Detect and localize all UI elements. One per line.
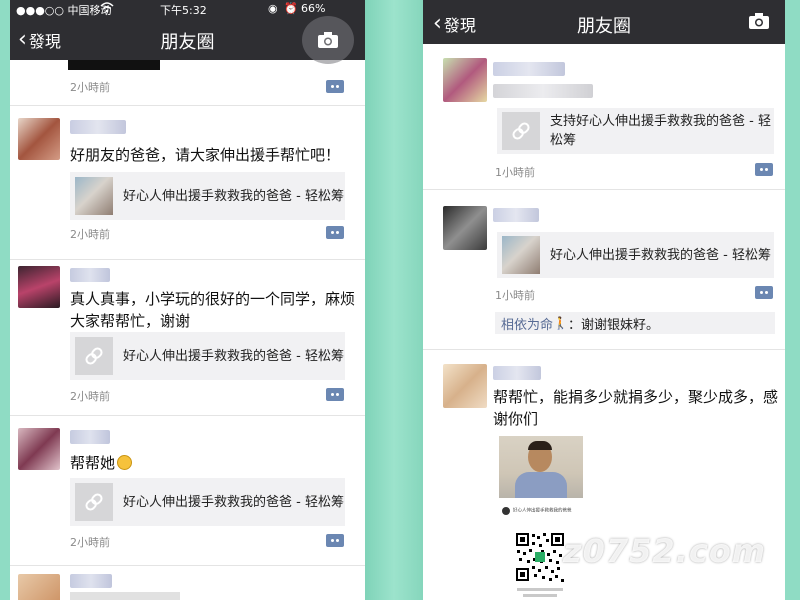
person-photo[interactable] (499, 436, 583, 498)
post-time: 2小時前 (70, 81, 110, 94)
right-phone-screen: ‹ 發現 朋友圈 支持好心人伸出援手救救我的爸爸 - 轻松筹 1小時前 好心人伸… (423, 0, 785, 600)
link-thumbnail (502, 112, 540, 150)
post-text-partial (70, 592, 180, 600)
post-time: 1小時前 (495, 166, 535, 179)
post-time: 2小時前 (70, 536, 110, 549)
left-margin (0, 0, 10, 600)
user-name-blurred[interactable] (493, 62, 565, 76)
avatar[interactable] (18, 118, 60, 160)
avatar[interactable] (18, 574, 60, 600)
user-name-blurred[interactable] (70, 574, 112, 588)
camera-button[interactable] (748, 12, 772, 32)
comment-button[interactable] (326, 534, 344, 547)
shared-link-card[interactable]: 好心人伸出援手救救我的爸爸 - 轻松筹 (70, 478, 345, 526)
status-time: 下午5:32 (160, 4, 207, 17)
post-time: 2小時前 (70, 390, 110, 403)
battery-percent: 66% (301, 2, 326, 15)
post-text: 帮帮忙，能捐多少就捐多少，聚少成多，感谢你们 (493, 388, 779, 428)
alarm-icon: ⏰ (284, 2, 298, 15)
comment-item: 相依为命 🚶 ：谢谢银妹籽。 (495, 312, 775, 334)
camera-icon (749, 13, 769, 29)
avatar[interactable] (443, 58, 487, 102)
shared-link-card[interactable]: 好心人伸出援手救救我的爸爸 - 轻松筹 (497, 232, 774, 278)
link-title: 好心人伸出援手救救我的爸爸 - 轻松筹 (123, 188, 344, 204)
user-name-blurred[interactable] (70, 120, 126, 134)
moment-post: 好朋友的爸爸，请大家伸出援手帮忙吧！ 好心人伸出援手救救我的爸爸 - 轻松筹 2… (10, 106, 365, 260)
rotation-lock-icon: ◉ (268, 2, 278, 15)
link-title: 好心人伸出援手救救我的爸爸 - 轻松筹 (123, 494, 344, 510)
page-title: 朋友圈 (577, 16, 631, 37)
link-title: 好心人伸出援手救救我的爸爸 - 轻松筹 (550, 247, 771, 263)
camera-icon (318, 32, 338, 48)
person-emoji-icon: 🚶 (553, 316, 568, 330)
user-name-blurred[interactable] (493, 208, 539, 222)
moment-post: 支持好心人伸出援手救救我的爸爸 - 轻松筹 1小時前 (423, 44, 785, 190)
right-margin (785, 0, 800, 600)
user-name-blurred[interactable] (70, 430, 110, 444)
link-thumbnail-photo (75, 177, 113, 215)
nav-bar: ‹ 發現 朋友圈 (10, 16, 365, 64)
post-text: 帮帮她 (70, 452, 355, 474)
qr-caption-text: 好心人伸出援手救救我的爸爸 (513, 507, 572, 514)
link-thumbnail-photo (502, 236, 540, 274)
user-name-blurred[interactable] (70, 268, 110, 282)
avatar[interactable] (443, 364, 487, 408)
logo-dot-icon (502, 507, 510, 515)
comment-button[interactable] (755, 163, 773, 176)
post-text: 好朋友的爸爸，请大家伸出援手帮忙吧！ (70, 146, 341, 164)
comment-text: ：谢谢银妹籽。 (567, 317, 659, 333)
link-title: 好心人伸出援手救救我的爸爸 - 轻松筹 (123, 348, 344, 364)
nav-bar: ‹ 發現 朋友圈 (423, 0, 785, 44)
shared-link-card[interactable]: 好心人伸出援手救救我的爸爸 - 轻松筹 (70, 172, 345, 220)
comment-button[interactable] (326, 226, 344, 239)
post-text-content: 帮帮她 (70, 454, 116, 472)
carrier-label: ●●●○○ 中国移动 (16, 4, 112, 17)
person-shirt (515, 472, 567, 498)
link-icon (85, 347, 103, 365)
shared-link-card[interactable]: 支持好心人伸出援手救救我的爸爸 - 轻松筹 (497, 108, 774, 154)
moment-post-partial (10, 566, 365, 600)
comment-button[interactable] (326, 388, 344, 401)
qr-caption-row: 好心人伸出援手救救我的爸爸 (499, 503, 583, 519)
left-phone-screen: ●●●○○ 中国移动 下午5:32 ◉ ⏰ 66% ‹ 發現 朋友圈 2小時前 … (10, 0, 365, 600)
post-text: 真人真事，小学玩的很好的一个同学，麻烦大家帮帮忙，谢谢 (70, 290, 356, 330)
moment-post: 帮帮她 好心人伸出援手救救我的爸爸 - 轻松筹 2小時前 (10, 416, 365, 566)
smile-emoji-icon (117, 455, 133, 470)
watermark: z0752.com (563, 532, 767, 570)
camera-button[interactable] (302, 16, 354, 64)
center-divider (365, 0, 423, 600)
link-icon (512, 122, 530, 140)
moment-post: 真人真事，小学玩的很好的一个同学，麻烦大家帮帮忙，谢谢 好心人伸出援手救救我的爸… (10, 260, 365, 416)
comment-author[interactable]: 相依为命 (501, 314, 553, 333)
post-time: 2小時前 (70, 228, 110, 241)
wifi-icon (100, 0, 114, 17)
moment-post: 好心人伸出援手救救我的爸爸 - 轻松筹 1小時前 相依为命 🚶 ：谢谢银妹籽。 (423, 190, 785, 350)
link-icon (85, 493, 103, 511)
link-thumbnail (75, 337, 113, 375)
post-text-blurred (493, 84, 593, 98)
post-time: 1小時前 (495, 289, 535, 302)
avatar[interactable] (443, 206, 487, 250)
moment-post: 2小時前 (10, 60, 365, 106)
person-hair (528, 441, 552, 450)
status-bar: ●●●○○ 中国移动 下午5:32 ◉ ⏰ 66% (10, 0, 365, 18)
avatar[interactable] (18, 266, 60, 308)
link-thumbnail (75, 483, 113, 521)
redacted-image (68, 60, 160, 70)
user-name-blurred[interactable] (493, 366, 541, 380)
comment-button[interactable] (755, 286, 773, 299)
shared-link-card[interactable]: 好心人伸出援手救救我的爸爸 - 轻松筹 (70, 332, 345, 380)
comment-button[interactable] (326, 80, 344, 93)
avatar[interactable] (18, 428, 60, 470)
link-title: 支持好心人伸出援手救救我的爸爸 - 轻松筹 (550, 114, 771, 148)
